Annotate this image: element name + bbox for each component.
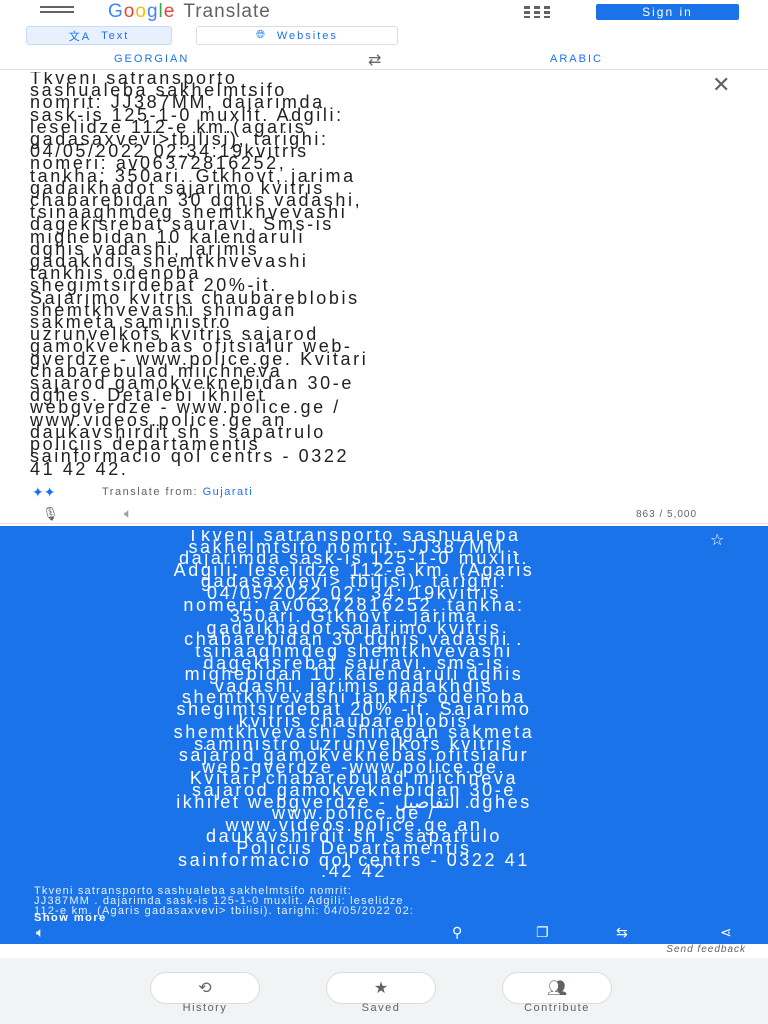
menu-icon[interactable] xyxy=(40,6,74,18)
source-toolbar: 🎙︎ 🔈︎ 863 / 5,000 xyxy=(0,504,768,524)
brand-letter: e xyxy=(163,1,176,22)
language-bar: GEORGIAN ⇄ ARABIC xyxy=(0,48,768,70)
tab-text[interactable]: 文A Text xyxy=(26,26,172,45)
brand-letter: o xyxy=(135,1,147,22)
translate-app: Google Translate Sign in 文A Text 🌐︎ Webs… xyxy=(0,0,768,1024)
romanization-text: Tkveni satransporto sashualeba sakhelmts… xyxy=(34,885,415,917)
brand-letter: g xyxy=(146,1,159,22)
translate-from-label: Translate from: xyxy=(102,486,203,498)
feedback-row: Send feedback xyxy=(0,944,768,956)
saved-button[interactable]: ★ Saved xyxy=(326,972,436,1022)
translate-from-language-link[interactable]: Gujarati xyxy=(203,486,254,498)
clear-source-icon[interactable]: ✕ xyxy=(712,72,730,98)
source-language-button[interactable]: GEORGIAN xyxy=(114,53,189,65)
language-suggestion: ✦✦ Translate from: Gujarati xyxy=(0,484,768,502)
bottom-navigation: ⟲ History ★ Saved 👥︎ Contribute xyxy=(0,958,768,1024)
people-icon: 👥︎ xyxy=(502,972,612,1004)
brand-logo: Google Translate xyxy=(108,0,271,24)
tab-websites[interactable]: 🌐︎ Websites xyxy=(196,26,398,45)
character-counter: 863 / 5,000 xyxy=(636,509,698,520)
brand-letter: o xyxy=(123,1,136,22)
show-more-link[interactable]: Show more xyxy=(34,912,107,924)
translate-text-icon: 文A xyxy=(68,30,92,43)
history-label: History xyxy=(182,1002,228,1014)
translation-panel: Tkveni satransporto sashualeba sakhelmts… xyxy=(0,526,768,944)
copy-icon[interactable]: ❐ xyxy=(536,924,549,941)
swap-languages-icon[interactable]: ⇄ xyxy=(368,50,381,70)
brand-word: Translate xyxy=(183,1,271,22)
microphone-icon[interactable]: 🎙︎ xyxy=(42,506,59,522)
apps-grid-icon[interactable] xyxy=(524,6,552,18)
history-icon: ⟲ xyxy=(150,972,260,1004)
sign-in-button[interactable]: Sign in xyxy=(596,4,739,20)
history-button[interactable]: ⟲ History xyxy=(150,972,260,1022)
top-bar: Google Translate Sign in xyxy=(0,0,768,24)
save-translation-star-icon[interactable]: ☆ xyxy=(710,530,724,550)
sparkle-icon: ✦✦ xyxy=(32,484,56,500)
listen-translation-icon[interactable]: 🔈︎ xyxy=(36,924,44,941)
send-feedback-link[interactable]: Send feedback xyxy=(666,944,746,955)
contribute-button[interactable]: 👥︎ Contribute xyxy=(502,972,612,1022)
tab-text-label: Text xyxy=(101,29,130,42)
listen-source-icon[interactable]: 🔈︎ xyxy=(124,505,132,522)
target-language-button[interactable]: ARABIC xyxy=(550,53,603,65)
brand-letter: G xyxy=(108,1,124,22)
saved-label: Saved xyxy=(361,1002,401,1014)
tab-websites-label: Websites xyxy=(276,29,338,42)
globe-icon: 🌐︎ xyxy=(256,29,267,41)
translate-from-hint: Translate from: Gujarati xyxy=(102,486,253,498)
source-text-input[interactable]: Tkveni satransporto sashualeba sakhelmts… xyxy=(30,72,710,482)
contribute-label: Contribute xyxy=(524,1002,590,1014)
share-icon[interactable]: ⋖ xyxy=(720,924,732,941)
translation-toolbar: 🔈︎ ⚲ ❐ ⇆ ⋖ xyxy=(0,924,768,944)
rate-translation-icon[interactable]: ⇆ xyxy=(616,924,628,941)
search-icon[interactable]: ⚲ xyxy=(452,924,462,941)
translation-output: Tkveni satransporto sashualeba sakhelmts… xyxy=(173,530,535,878)
star-icon: ★ xyxy=(326,972,436,1004)
mode-tabs: 文A Text 🌐︎ Websites xyxy=(0,26,768,46)
